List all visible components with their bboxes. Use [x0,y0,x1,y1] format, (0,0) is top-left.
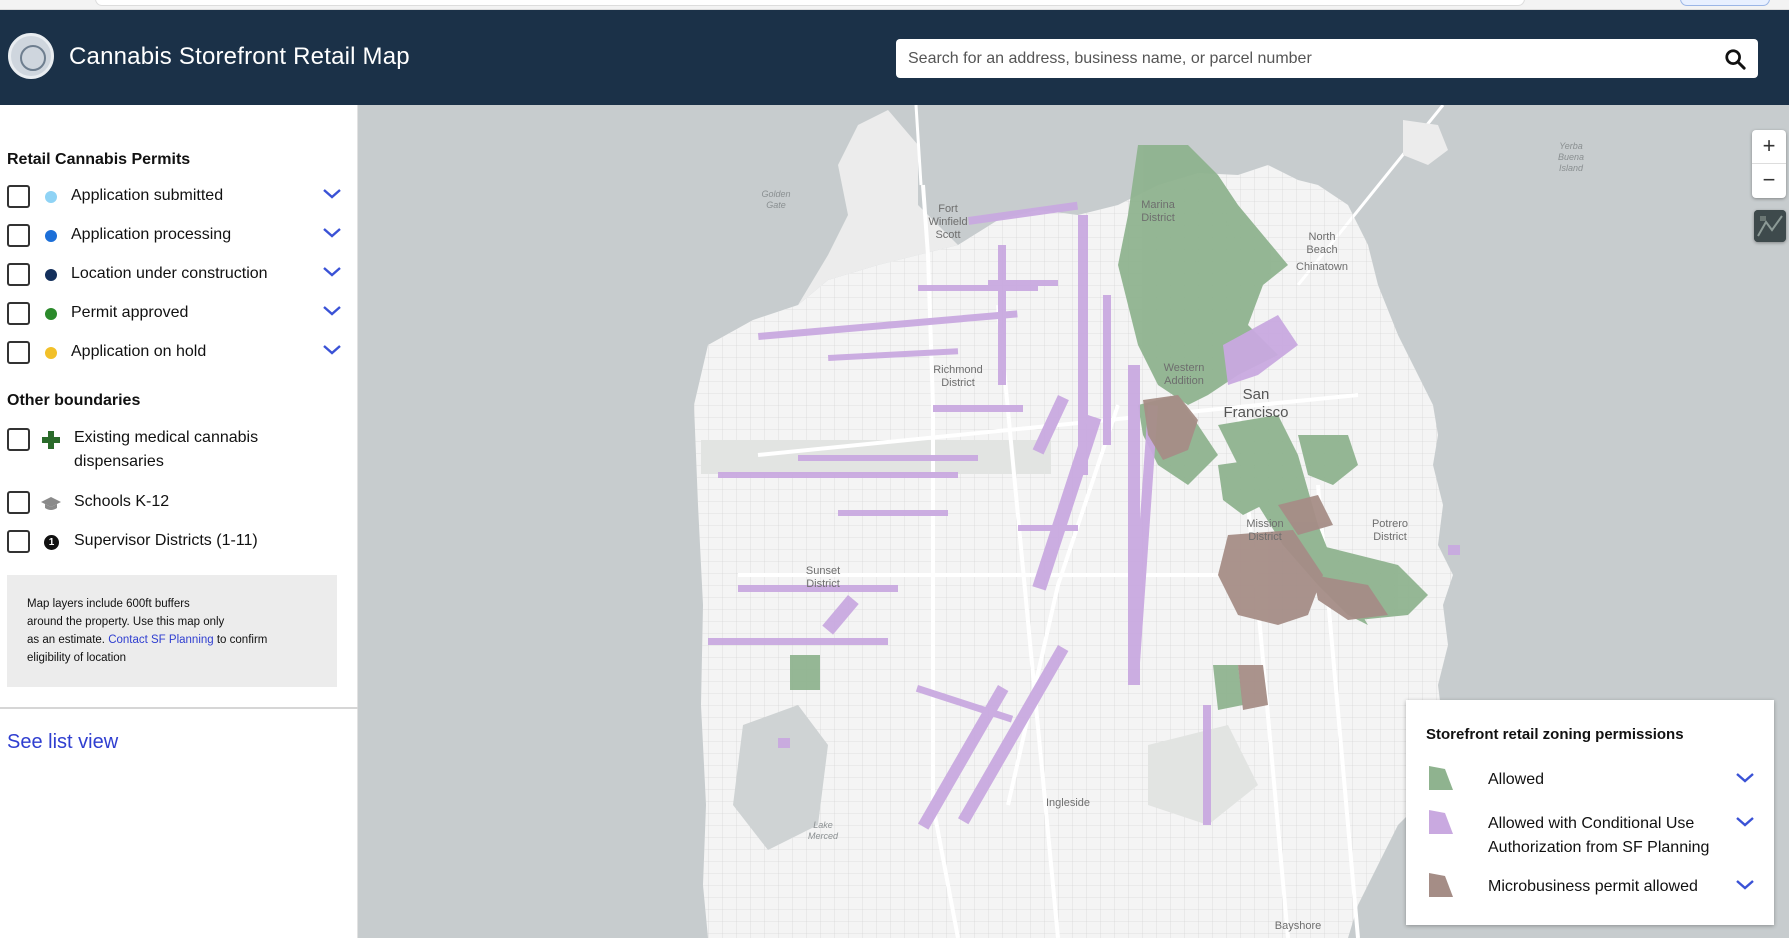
boundary-label: Schools K-12 [74,493,170,510]
boundary-filter-row[interactable]: 1 Supervisor Districts (1-11) [7,527,343,557]
city-seal-logo [8,33,54,79]
map-label-western-addition: Western Addition [1164,362,1205,387]
legend-label-line: Authorization from SF Planning [1488,839,1710,856]
graduation-cap-icon [41,497,61,510]
search-icon[interactable] [1724,48,1746,70]
permit-label: Application processing [71,226,232,243]
permit-checkbox[interactable] [7,341,30,364]
permit-label: Application on hold [71,343,207,360]
note-line: eligibility of location [27,652,127,664]
boundary-label: Existing medical cannabis dispensaries [74,426,258,474]
boundary-label-line: Existing medical cannabis [74,429,259,446]
contact-sf-planning-link[interactable]: Contact SF Planning [108,634,213,646]
legend-item-microbusiness[interactable]: Microbusiness permit allowed [1426,873,1756,903]
map-label-bayshore: Bayshore [1275,920,1321,932]
chevron-down-icon[interactable] [321,225,343,241]
search-input[interactable] [908,39,1708,78]
map-label-golden-gate: Golden Gate [761,189,790,210]
legend-item-conditional[interactable]: Allowed with Conditional Use Authorizati… [1426,810,1756,860]
permit-checkbox[interactable] [7,263,30,286]
boundary-checkbox[interactable] [7,530,30,553]
chevron-down-icon[interactable] [1734,814,1756,830]
permit-label: Permit approved [71,304,189,321]
legend-label: Allowed with Conditional Use Authorizati… [1488,812,1709,860]
chevron-down-icon[interactable] [321,342,343,358]
zoom-out-button[interactable]: − [1752,164,1786,198]
map-label-marina: Marina District [1141,199,1176,224]
chevron-down-icon[interactable] [1734,770,1756,786]
permit-checkbox[interactable] [7,185,30,208]
cross-icon [42,431,60,449]
zoning-legend: Storefront retail zoning permissions All… [1406,700,1774,925]
sidebar-divider [0,707,358,709]
boundary-label-line: dispensaries [74,453,164,470]
note-line: Map layers include 600ft buffers [27,598,190,610]
note-text: to confirm [213,634,268,646]
map-label-potrero: Potrero District [1372,518,1408,543]
permit-filter-row[interactable]: Application submitted [7,182,343,212]
chevron-down-icon[interactable] [321,303,343,319]
note-text: as an estimate. [27,634,109,646]
status-dot-icon [45,308,57,320]
permit-checkbox[interactable] [7,224,30,247]
search-box [896,39,1758,78]
chevron-down-icon[interactable] [1734,877,1756,893]
yerba-buena-island [1403,120,1448,165]
map-label-yerba-buena: Yerba Buena Island [1558,141,1584,173]
microbusiness-swatch-icon [1429,873,1453,897]
status-dot-icon [45,269,57,281]
zoom-control: + − [1752,130,1786,198]
boundary-filter-row[interactable]: Schools K-12 [7,488,343,518]
status-dot-icon [45,191,57,203]
boundary-checkbox[interactable] [7,428,30,451]
boundaries-section-title: Other boundaries [7,392,141,409]
map-label-mission: Mission District [1246,518,1283,543]
permit-filter-row[interactable]: Location under construction [7,260,343,290]
satellite-thumbnail-icon [1754,210,1786,242]
boundary-filter-row[interactable]: Existing medical cannabis dispensaries [7,425,343,475]
legend-title: Storefront retail zoning permissions [1426,726,1684,743]
allowed-swatch-icon [1429,766,1453,790]
permit-filter-row[interactable]: Permit approved [7,299,343,329]
conditional-swatch-icon [1429,810,1453,834]
permit-label: Location under construction [71,265,268,282]
address-bar[interactable] [95,0,1525,6]
map-label-chinatown: Chinatown [1296,261,1348,273]
map-label-sunset: Sunset District [806,565,840,590]
chevron-down-icon[interactable] [321,186,343,202]
zoom-in-button[interactable]: + [1752,130,1786,164]
permit-label: Application submitted [71,187,224,204]
status-dot-icon [45,230,57,242]
permit-filter-row[interactable]: Application on hold [7,338,343,368]
boundary-label: Supervisor Districts (1-11) [74,532,258,549]
app-title: Cannabis Storefront Retail Map [69,43,410,70]
legend-label: Microbusiness permit allowed [1488,878,1698,895]
legend-label-line: Allowed with Conditional Use [1488,815,1695,832]
chevron-down-icon[interactable] [321,264,343,280]
basemap-toggle-button[interactable] [1754,210,1786,242]
note-line: as an estimate. Contact SF Planning to c… [27,631,317,649]
app-header: Cannabis Storefront Retail Map [0,10,1789,105]
map-label-north-beach: North Beach [1306,231,1337,256]
legend-label: Allowed [1488,771,1545,788]
permit-checkbox[interactable] [7,302,30,325]
boundary-checkbox[interactable] [7,491,30,514]
legend-item-allowed[interactable]: Allowed [1426,766,1756,796]
sidebar: Retail Cannabis Permits Application subm… [0,105,358,938]
see-list-view-link[interactable]: See list view [7,731,118,754]
browser-toggle-button[interactable] [1680,0,1770,6]
browser-toolbar [0,0,1789,10]
permits-section-title: Retail Cannabis Permits [7,151,191,168]
note-line: around the property. Use this map only [27,616,225,628]
map-label-ingleside: Ingleside [1046,797,1090,809]
map-disclaimer-note: Map layers include 600ft buffers around … [7,575,337,687]
district-number-icon: 1 [44,535,59,550]
permit-filter-row[interactable]: Application processing [7,221,343,251]
status-dot-icon [45,347,57,359]
